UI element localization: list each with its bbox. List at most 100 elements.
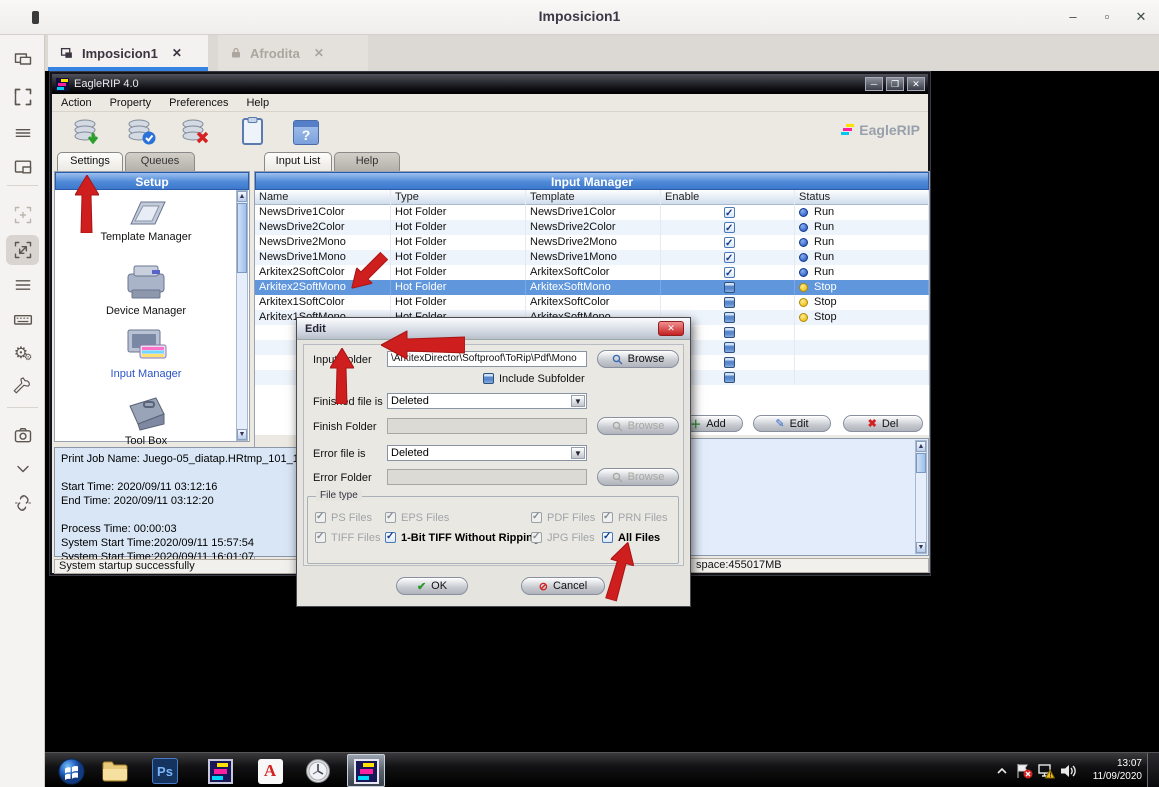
include-subfolder-checkbox[interactable] xyxy=(483,373,494,384)
volume-icon[interactable] xyxy=(1059,762,1077,780)
finish-folder-field xyxy=(387,418,587,434)
fullscreen-icon[interactable] xyxy=(11,85,35,109)
enable-checkbox[interactable] xyxy=(724,372,735,383)
screenshot-camera-icon[interactable] xyxy=(11,423,35,447)
eps-files-checkbox xyxy=(385,512,396,523)
submit-job-button[interactable] xyxy=(70,116,106,148)
input-manager-item[interactable]: Input Manager xyxy=(55,327,237,380)
tab-queues[interactable]: Queues xyxy=(125,152,195,171)
dropdown-arrow-icon[interactable]: ▼ xyxy=(571,395,585,407)
menu-help[interactable]: Help xyxy=(237,97,278,109)
setup-scrollbar[interactable]: ▲ ▼ xyxy=(236,190,248,441)
help-button[interactable]: ? xyxy=(288,116,324,148)
tab-help[interactable]: Help xyxy=(334,152,400,171)
acrobat-icon[interactable]: A xyxy=(256,757,284,785)
prn-files-checkbox xyxy=(602,512,613,523)
report-button[interactable] xyxy=(234,116,270,148)
taskbar: Ps A ! xyxy=(45,752,1159,787)
file-explorer-icon[interactable] xyxy=(101,757,129,785)
tool-box-item[interactable]: Tool Box xyxy=(55,394,237,447)
tab-close-icon[interactable]: ✕ xyxy=(314,46,324,60)
maximize-button[interactable]: ▫ xyxy=(1096,9,1118,24)
menu-icon[interactable] xyxy=(11,273,35,297)
collapse-chevron-icon[interactable] xyxy=(11,457,35,481)
device-manager-item[interactable]: Device Manager xyxy=(55,262,237,317)
col-enable[interactable]: Enable xyxy=(661,190,795,205)
enable-checkbox[interactable] xyxy=(724,297,735,308)
popup-window-icon[interactable] xyxy=(11,155,35,179)
enable-checkbox[interactable] xyxy=(724,327,735,338)
magnifier-icon xyxy=(612,421,623,432)
enable-checkbox[interactable] xyxy=(724,357,735,368)
grab-lines-icon[interactable] xyxy=(11,121,35,145)
cancel-button[interactable]: ⊘Cancel xyxy=(521,577,605,595)
menu-preferences[interactable]: Preferences xyxy=(160,97,237,109)
enable-checkbox[interactable] xyxy=(724,207,735,218)
queue-scrollbar[interactable]: ▲ ▼ xyxy=(915,440,927,554)
col-template[interactable]: Template xyxy=(526,190,661,205)
enable-checkbox[interactable] xyxy=(724,312,735,323)
col-type[interactable]: Type xyxy=(391,190,526,205)
tab-input-list[interactable]: Input List xyxy=(264,152,332,171)
settings-gears-icon[interactable]: ⚙⚙ xyxy=(11,341,35,365)
dropdown-arrow-icon[interactable]: ▼ xyxy=(571,447,585,459)
all-files-checkbox[interactable] xyxy=(602,532,613,543)
network-status-icon[interactable]: ! xyxy=(1037,762,1055,780)
table-row[interactable]: Arkitex1SoftColorHot FolderArkitexSoftCo… xyxy=(255,295,929,310)
tab-settings[interactable]: Settings xyxy=(57,152,123,171)
enable-checkbox[interactable] xyxy=(724,252,735,263)
col-name[interactable]: Name xyxy=(255,190,391,205)
table-row[interactable]: NewsDrive2MonoHot FolderNewsDrive2MonoRu… xyxy=(255,235,929,250)
cancel-icon: ⊘ xyxy=(539,580,548,593)
delete-job-button[interactable] xyxy=(178,116,214,148)
edit-button[interactable]: ✎Edit xyxy=(753,415,831,432)
col-status[interactable]: Status xyxy=(795,190,929,205)
show-desktop-button[interactable] xyxy=(1147,753,1159,787)
rip-minimize-button[interactable]: ─ xyxy=(865,77,883,91)
menu-action[interactable]: Action xyxy=(52,97,101,109)
disconnect-link-icon[interactable] xyxy=(11,491,35,515)
tray-expand-icon[interactable] xyxy=(993,762,1011,780)
table-row[interactable]: NewsDrive1ColorHot FolderNewsDrive1Color… xyxy=(255,205,929,220)
job-status-button[interactable] xyxy=(124,116,160,148)
onebit-tiff-checkbox[interactable] xyxy=(385,532,396,543)
photoshop-icon[interactable]: Ps xyxy=(151,757,179,785)
menu-property[interactable]: Property xyxy=(101,97,161,109)
action-center-flag-icon[interactable] xyxy=(1015,762,1033,780)
enable-checkbox[interactable] xyxy=(724,237,735,248)
taskbar-clock[interactable]: 13:07 11/09/2020 xyxy=(1080,757,1142,783)
tab-close-icon[interactable]: ✕ xyxy=(172,46,182,60)
minimize-button[interactable]: – xyxy=(1062,9,1084,24)
enable-checkbox[interactable] xyxy=(724,222,735,233)
tab-afrodita[interactable]: Afrodita ✕ xyxy=(218,35,368,71)
rip-close-button[interactable]: ✕ xyxy=(907,77,925,91)
eaglerip-taskbar-icon[interactable] xyxy=(206,757,234,785)
table-row[interactable]: NewsDrive2ColorHot FolderNewsDrive2Color… xyxy=(255,220,929,235)
dialog-close-button[interactable]: ✕ xyxy=(658,321,684,336)
include-subfolder-label: Include Subfolder xyxy=(499,373,585,385)
enable-checkbox[interactable] xyxy=(724,267,735,278)
start-button[interactable] xyxy=(57,757,85,785)
enable-checkbox[interactable] xyxy=(724,282,735,293)
enable-checkbox[interactable] xyxy=(724,342,735,353)
keyboard-icon[interactable] xyxy=(11,307,35,331)
scaled-mode-icon[interactable] xyxy=(11,238,35,262)
tab-imposicion1[interactable]: Imposicion1 ✕ xyxy=(48,35,208,71)
multi-monitor-icon[interactable] xyxy=(11,47,35,71)
status-dot xyxy=(799,253,808,262)
dynamic-resolution-icon[interactable] xyxy=(11,203,35,227)
del-button[interactable]: ✖Del xyxy=(843,415,923,432)
tab-bar: Imposicion1 ✕ Afrodita ✕ xyxy=(45,35,1159,71)
tab-label: Imposicion1 xyxy=(82,46,158,61)
tools-wrench-icon[interactable] xyxy=(11,375,35,399)
status-dot xyxy=(799,208,808,217)
error-file-select[interactable]: Deleted ▼ xyxy=(387,445,587,461)
finished-file-select[interactable]: Deleted ▼ xyxy=(387,393,587,409)
close-button[interactable]: ✕ xyxy=(1130,9,1152,25)
browse-input-folder-button[interactable]: Browse xyxy=(597,350,679,368)
rip-maximize-button[interactable]: ❐ xyxy=(886,77,904,91)
eaglerip-title: EagleRIP 4.0 xyxy=(74,78,139,90)
eaglerip-active-taskbar-icon[interactable] xyxy=(352,757,380,785)
clock-app-icon[interactable] xyxy=(304,757,332,785)
ok-button[interactable]: ✔OK xyxy=(396,577,468,595)
